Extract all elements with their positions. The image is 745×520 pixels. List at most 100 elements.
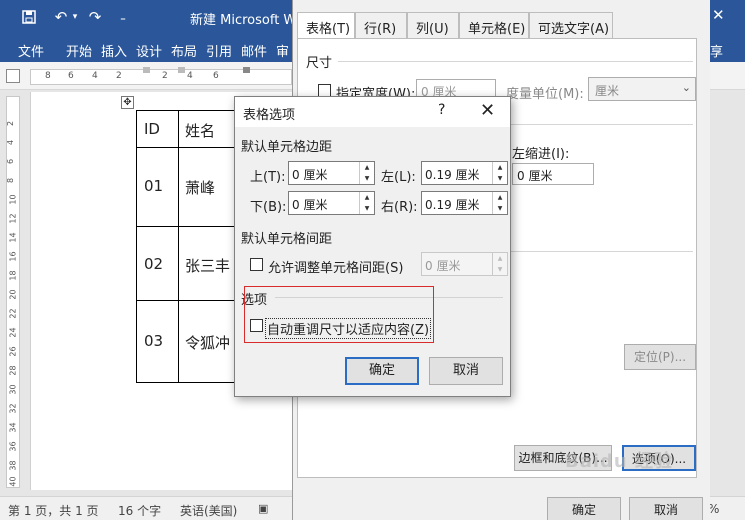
left-margin-stepper[interactable]: ▲ ▼: [492, 162, 507, 184]
header-id: ID: [144, 120, 160, 138]
table-move-handle-icon[interactable]: ✥: [121, 96, 134, 109]
bottom-margin-input[interactable]: 0 厘米 ▲ ▼: [288, 191, 375, 215]
indent-input[interactable]: 0 厘米: [512, 163, 594, 185]
ruler-tick: 2: [6, 120, 16, 127]
tab-alt-text[interactable]: 可选文字(A): [529, 12, 613, 38]
indent-marker[interactable]: [243, 67, 250, 73]
ribbon-tab-home[interactable]: 开始: [66, 41, 92, 60]
ruler-tick: 24: [8, 327, 18, 338]
spin-up-icon[interactable]: ▲: [360, 162, 374, 173]
right-margin-stepper[interactable]: ▲ ▼: [492, 192, 507, 214]
tab-column[interactable]: 列(U): [407, 12, 459, 38]
column-marker[interactable]: [143, 67, 150, 73]
cell-id: 02: [144, 255, 164, 273]
spin-down-icon[interactable]: ▼: [493, 173, 507, 184]
ruler-tick: 6: [68, 71, 74, 81]
ruler-tick: 26: [8, 346, 18, 357]
ribbon-tab-file[interactable]: 文件: [18, 41, 44, 60]
ok-button[interactable]: 确定: [345, 357, 419, 385]
dialog-title: 表格选项: [243, 108, 296, 123]
measure-in-value: 厘米: [595, 84, 620, 98]
ruler-tick: 30: [8, 384, 18, 395]
language-indicator[interactable]: 英语(美国): [180, 502, 237, 519]
allow-spacing-checkbox[interactable]: [250, 258, 263, 271]
top-margin-value: 0 厘米: [292, 168, 328, 182]
column-marker[interactable]: [178, 67, 185, 73]
dialog-title-bar: 表格选项 ? ✕: [235, 97, 510, 127]
spacing-section-title: 默认单元格间距: [241, 232, 333, 247]
undo-icon[interactable]: ↶: [50, 7, 72, 27]
tab-selector[interactable]: [6, 69, 20, 83]
horizontal-ruler[interactable]: 8 6 4 2 2 4 6: [30, 67, 292, 85]
table-options-dialog: 表格选项 ? ✕ 默认单元格边距 上(T): 0 厘米 ▲ ▼ 左(L): 0.1…: [234, 96, 511, 397]
ruler-tick: 22: [8, 308, 18, 319]
cancel-button[interactable]: 取消: [429, 357, 503, 385]
right-margin-label: 右(R):: [381, 200, 418, 215]
ruler-tick: 4: [6, 139, 16, 146]
cell-name: 萧峰: [185, 179, 216, 197]
undo-dropdown-icon[interactable]: ▾: [70, 7, 80, 27]
indent-value: 0 厘米: [517, 169, 553, 183]
tab-cell[interactable]: 单元格(E): [459, 12, 529, 38]
ribbon-tab-mailings[interactable]: 邮件: [241, 41, 267, 60]
document-title: 新建 Microsoft W: [190, 13, 297, 28]
ruler-tick: 4: [187, 71, 193, 81]
right-margin-input[interactable]: 0.19 厘米 ▲ ▼: [421, 191, 508, 215]
ruler-tick: 8: [45, 71, 51, 81]
ribbon-tab-insert[interactable]: 插入: [101, 41, 127, 60]
top-margin-input[interactable]: 0 厘米 ▲ ▼: [288, 161, 375, 185]
redo-icon[interactable]: ↷: [84, 7, 106, 27]
ruler-tick: 6: [213, 71, 219, 81]
properties-cancel-button[interactable]: 取消: [629, 497, 703, 520]
top-margin-label: 上(T):: [250, 170, 286, 185]
page-count[interactable]: 第 1 页，共 1 页: [8, 502, 99, 519]
customize-qat-icon[interactable]: ₌: [112, 7, 134, 27]
ruler-tick: 36: [8, 441, 18, 452]
spin-down-icon[interactable]: ▼: [493, 203, 507, 214]
left-margin-input[interactable]: 0.19 厘米 ▲ ▼: [421, 161, 508, 185]
measure-in-label: 度量单位(M):: [506, 87, 584, 102]
share-button[interactable]: 享: [710, 41, 723, 60]
spin-down-icon[interactable]: ▼: [360, 203, 374, 214]
ruler-tick: 6: [6, 158, 16, 165]
header-name: 姓名: [185, 122, 216, 140]
word-count[interactable]: 16 个字: [118, 502, 161, 519]
macro-icon[interactable]: ▣: [258, 502, 268, 515]
tab-table[interactable]: 表格(T): [297, 12, 355, 38]
spin-up-icon[interactable]: ▲: [360, 192, 374, 203]
spacing-stepper[interactable]: ▲ ▼: [492, 253, 507, 275]
help-icon[interactable]: ?: [438, 102, 445, 118]
ruler-tick: 34: [8, 422, 18, 433]
spin-up-icon[interactable]: ▲: [493, 162, 507, 173]
top-margin-stepper[interactable]: ▲ ▼: [359, 162, 374, 184]
close-icon[interactable]: ✕: [480, 100, 495, 121]
ribbon-tab-review[interactable]: 审: [276, 41, 289, 60]
ribbon-tab-design[interactable]: 设计: [136, 41, 162, 60]
spin-down-icon[interactable]: ▼: [493, 264, 507, 275]
measure-in-select[interactable]: 厘米 ⌄: [588, 77, 696, 101]
allow-spacing-label[interactable]: 允许调整单元格间距(S): [268, 257, 403, 276]
ruler-tick: 40: [8, 476, 18, 487]
section-divider: [338, 61, 693, 62]
window-close-icon[interactable]: ✕: [712, 6, 725, 24]
spacing-input[interactable]: 0 厘米 ▲ ▼: [421, 252, 508, 276]
vertical-ruler[interactable]: 2 4 6 8 10 12 14 16 18 20 22 24 26 28 30…: [6, 96, 20, 488]
spacing-value: 0 厘米: [425, 259, 461, 273]
bottom-margin-stepper[interactable]: ▲ ▼: [359, 192, 374, 214]
margins-section-title: 默认单元格边距: [241, 140, 333, 155]
spin-down-icon[interactable]: ▼: [360, 173, 374, 184]
ribbon-tab-references[interactable]: 引用: [206, 41, 232, 60]
bottom-margin-value: 0 厘米: [292, 198, 328, 212]
ruler-tick: 4: [92, 71, 98, 81]
positioning-button[interactable]: 定位(P)...: [624, 344, 696, 370]
ribbon-tab-layout[interactable]: 布局: [171, 41, 197, 60]
ruler-tick: 28: [8, 365, 18, 376]
tab-row[interactable]: 行(R): [355, 12, 407, 38]
ruler-tick: 20: [8, 289, 18, 300]
properties-ok-button[interactable]: 确定: [547, 497, 621, 520]
cell-id: 01: [144, 177, 164, 195]
spin-up-icon[interactable]: ▲: [493, 192, 507, 203]
right-margin-value: 0.19 厘米: [425, 198, 480, 212]
save-icon[interactable]: [18, 7, 40, 27]
spin-up-icon[interactable]: ▲: [493, 253, 507, 264]
